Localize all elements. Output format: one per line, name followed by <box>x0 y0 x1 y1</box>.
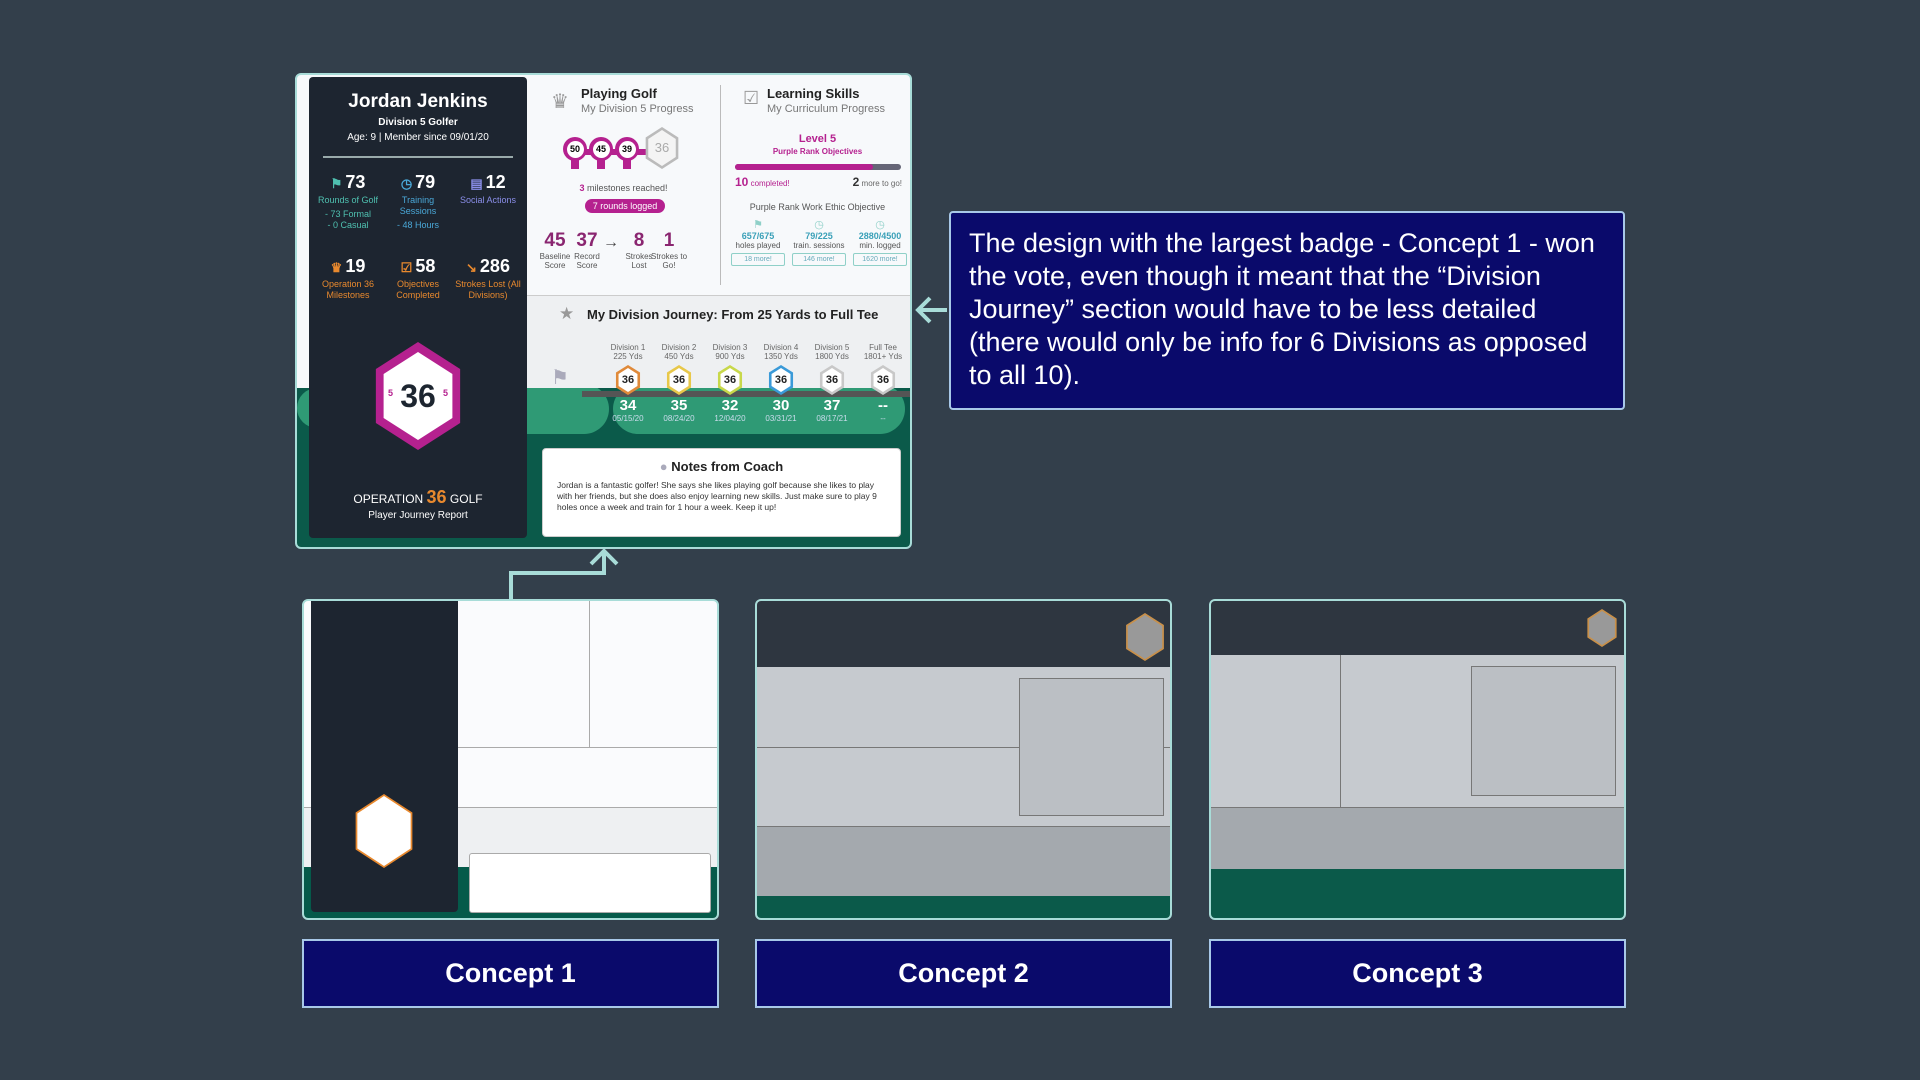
concept-1-thumbnail[interactable] <box>302 599 719 920</box>
concept-3-thumbnail[interactable] <box>1209 599 1626 920</box>
concept-1-label[interactable]: Concept 1 <box>302 939 719 1008</box>
arrow-concept1-to-report <box>509 553 606 599</box>
concept-2-label[interactable]: Concept 2 <box>755 939 1172 1008</box>
concept-2-thumbnail[interactable] <box>755 599 1172 920</box>
callout-box: The design with the largest badge - Conc… <box>949 211 1625 410</box>
concept-3-label[interactable]: Concept 3 <box>1209 939 1626 1008</box>
